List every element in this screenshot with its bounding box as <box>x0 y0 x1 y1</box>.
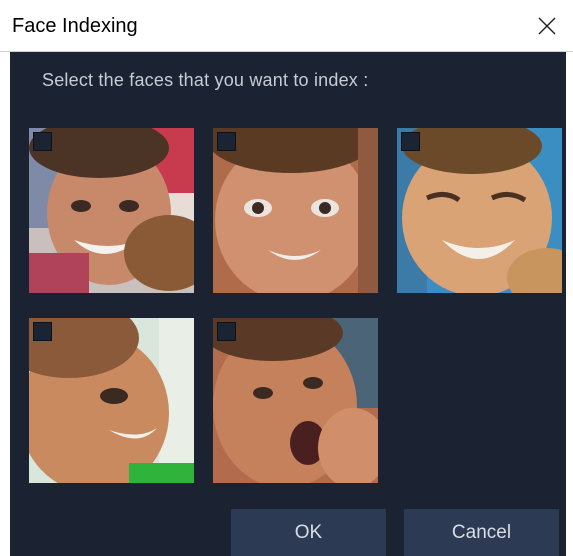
face-thumbnail-5[interactable] <box>213 318 378 483</box>
title-bar: Face Indexing <box>0 0 573 52</box>
window-border-left <box>0 52 10 556</box>
face-checkbox-3[interactable] <box>401 132 420 151</box>
face-photo-icon <box>29 318 194 483</box>
close-button[interactable] <box>521 0 573 52</box>
window-title: Face Indexing <box>12 15 138 37</box>
face-thumbnail-2[interactable] <box>213 128 378 293</box>
ok-button[interactable]: OK <box>231 509 386 556</box>
close-icon <box>538 17 556 35</box>
face-photo-icon <box>29 128 194 293</box>
cancel-button[interactable]: Cancel <box>404 509 559 556</box>
face-thumbnail-4[interactable] <box>29 318 194 483</box>
face-photo-icon <box>213 318 378 483</box>
dialog-prompt: Select the faces that you want to index … <box>42 70 369 90</box>
face-photo-icon <box>213 128 378 293</box>
face-checkbox-1[interactable] <box>33 132 52 151</box>
face-photo-icon <box>397 128 562 293</box>
face-thumbnail-1[interactable] <box>29 128 194 293</box>
window-border-right <box>566 52 573 556</box>
face-checkbox-2[interactable] <box>217 132 236 151</box>
face-checkbox-4[interactable] <box>33 322 52 341</box>
face-thumbnail-3[interactable] <box>397 128 562 293</box>
face-checkbox-5[interactable] <box>217 322 236 341</box>
